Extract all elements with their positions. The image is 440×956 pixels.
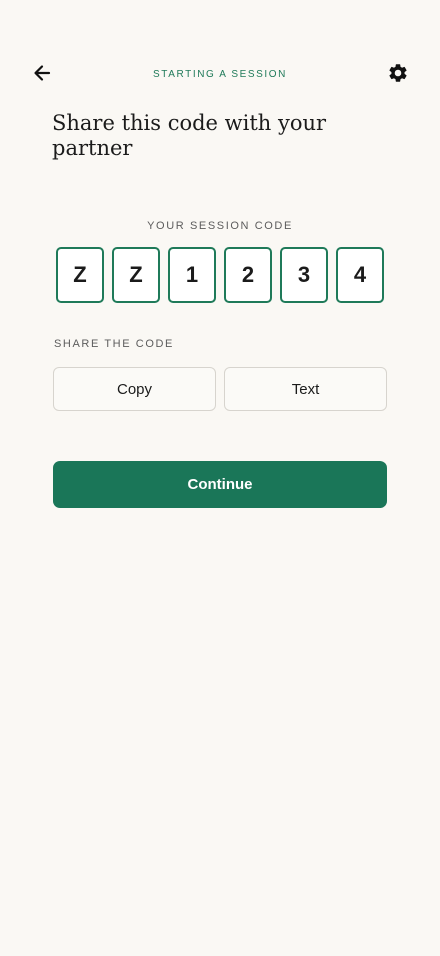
page-title: Share this code with your partner	[52, 111, 327, 160]
session-code-label: YOUR SESSION CODE	[147, 220, 293, 232]
code-digit: 4	[336, 247, 384, 303]
share-code-label: SHARE THE CODE	[54, 338, 174, 350]
code-digit: Z	[112, 247, 160, 303]
code-digit: 2	[224, 247, 272, 303]
gear-icon	[387, 62, 409, 89]
code-digit: 1	[168, 247, 216, 303]
header: STARTING A SESSION	[0, 55, 440, 95]
header-eyebrow: STARTING A SESSION	[152, 69, 287, 80]
settings-button[interactable]	[384, 61, 412, 89]
continue-button[interactable]: Continue	[53, 461, 387, 508]
session-code-boxes: Z Z 1 2 3 4	[56, 247, 384, 303]
text-button[interactable]: Text	[224, 367, 387, 411]
copy-button[interactable]: Copy	[53, 367, 216, 411]
code-digit: Z	[56, 247, 104, 303]
code-digit: 3	[280, 247, 328, 303]
